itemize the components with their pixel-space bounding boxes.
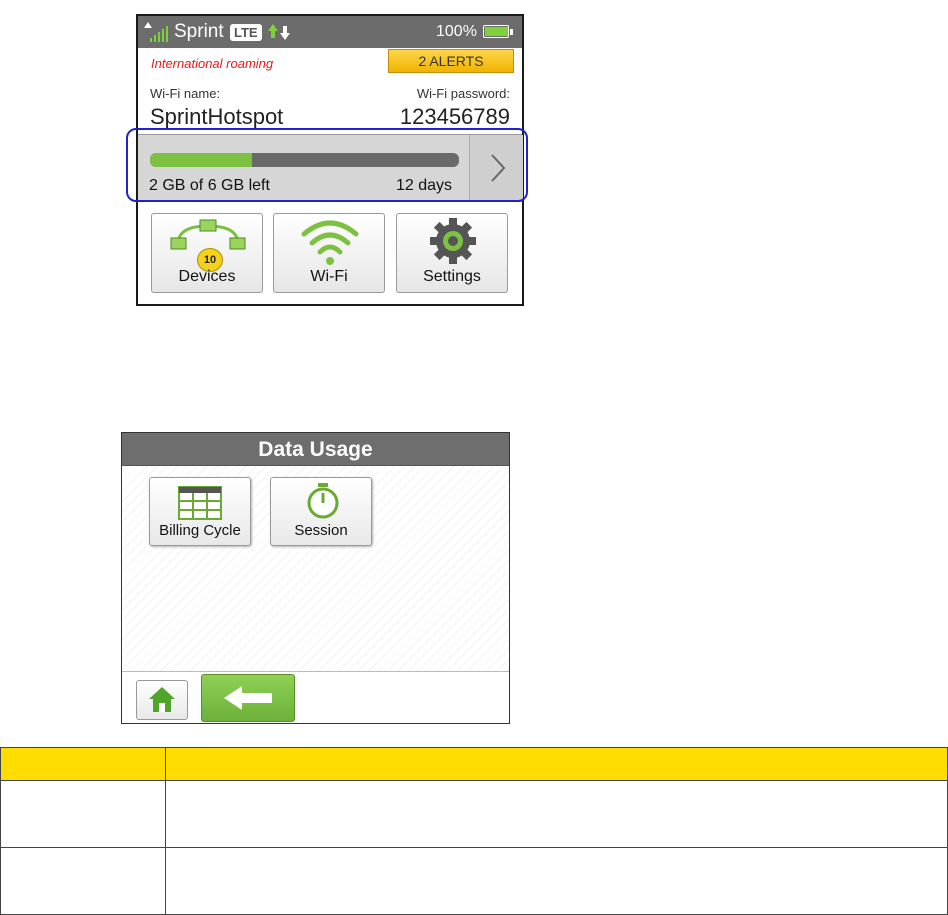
back-button[interactable] — [201, 674, 295, 722]
gear-icon — [430, 218, 476, 264]
table-cell — [165, 780, 948, 848]
roaming-status: International roaming — [151, 56, 274, 71]
home-button[interactable] — [136, 680, 188, 720]
home-icon — [149, 687, 175, 712]
wifi-tile-button[interactable]: Wi-Fi — [273, 213, 385, 293]
wifi-icon — [301, 220, 359, 265]
wifi-tile-label: Wi-Fi — [310, 268, 348, 285]
battery-level-fill — [485, 27, 508, 36]
billing-cycle-button[interactable]: Billing Cycle — [149, 477, 251, 546]
billing-cycle-label: Billing Cycle — [159, 522, 241, 539]
wifi-password-label: Wi-Fi password: — [416, 86, 510, 101]
table-cell — [165, 847, 948, 915]
table-header-cell — [165, 747, 948, 781]
table-cell — [0, 780, 166, 848]
table-header-cell — [0, 747, 166, 781]
session-label: Session — [294, 522, 348, 539]
alerts-button[interactable]: 2 ALERTS — [388, 49, 514, 73]
battery-icon — [483, 25, 509, 38]
navigation-footer — [122, 671, 509, 723]
battery-percent: 100% — [436, 23, 477, 40]
settings-tile-label: Settings — [423, 268, 481, 285]
carrier-name: Sprint — [174, 21, 224, 42]
table-cell — [0, 847, 166, 915]
table-header-row — [0, 747, 948, 781]
settings-tile-button[interactable]: Settings — [396, 213, 508, 293]
data-usage-screen: Data Usage Billing Cycle Session — [121, 432, 510, 724]
wifi-name-label: Wi-Fi name: — [150, 86, 221, 101]
data-transfer-arrows-icon — [268, 24, 290, 40]
network-type-badge: LTE — [230, 24, 262, 41]
table-row — [0, 847, 948, 915]
battery-terminal — [510, 29, 513, 35]
page-title: Data Usage — [122, 433, 509, 466]
back-arrow-icon — [224, 686, 272, 710]
calendar-grid-icon — [178, 486, 222, 520]
data-usage-highlight-callout — [126, 128, 528, 202]
devices-tile-label: Devices — [178, 268, 236, 285]
signal-strength-icon — [144, 22, 168, 42]
stopwatch-icon — [307, 483, 339, 519]
wifi-name-value: SprintHotspot — [150, 104, 284, 129]
devices-tile-button[interactable]: 10 Devices — [151, 213, 263, 293]
table-row — [0, 780, 948, 848]
status-bar: Sprint LTE 100% — [138, 16, 522, 48]
legend-table — [0, 747, 948, 915]
wifi-password-value: 123456789 — [399, 104, 510, 129]
session-button[interactable]: Session — [270, 477, 372, 546]
